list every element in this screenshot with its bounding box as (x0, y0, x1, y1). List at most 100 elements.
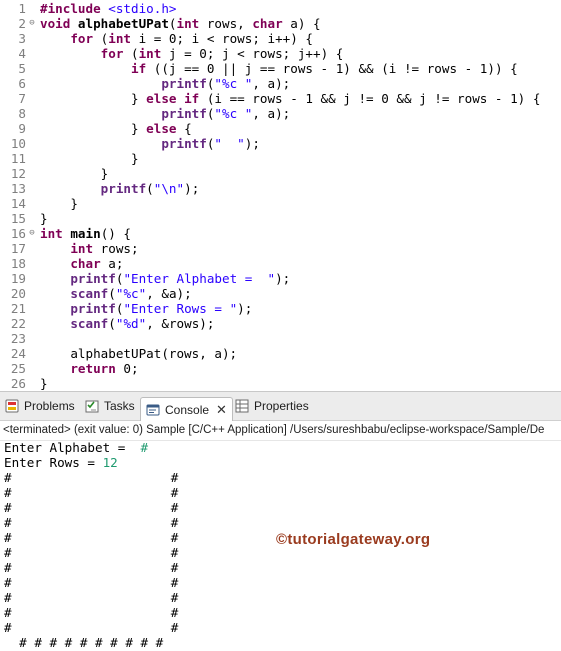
code-line[interactable]: 23 (0, 331, 561, 346)
code-line[interactable]: 26} (0, 376, 561, 390)
code-line[interactable]: 21 printf("Enter Rows = "); (0, 301, 561, 316)
code-line[interactable]: 7 } else if (i == rows - 1 && j != 0 && … (0, 91, 561, 106)
code-token: ((j == 0 || j == rows - 1) && (i != rows… (146, 61, 518, 76)
code-token: for (100, 46, 124, 61)
line-number: 20 (10, 286, 26, 301)
fold-toggle-icon[interactable] (27, 211, 37, 226)
code-line[interactable]: 5 if ((j == 0 || j == rows - 1) && (i !=… (0, 61, 561, 76)
console-output[interactable]: Enter Alphabet = # Enter Rows = 12 ©tuto… (0, 440, 561, 651)
code-text: alphabetUPat(rows, a); (40, 346, 237, 361)
fold-toggle-icon[interactable] (27, 31, 37, 46)
tab-problems[interactable]: Problems (5, 396, 75, 416)
code-line[interactable]: 12 } (0, 166, 561, 181)
code-token: ( (168, 16, 177, 31)
fold-toggle-icon[interactable] (27, 121, 37, 136)
console-output-line: # # (4, 470, 179, 485)
code-line[interactable]: 2 ⊖ void alphabetUPat(int rows, char a) { (0, 16, 561, 31)
code-line[interactable]: 19 printf("Enter Alphabet = "); (0, 271, 561, 286)
fold-toggle-icon[interactable]: ⊖ (27, 226, 37, 241)
code-token: "%c " (214, 76, 253, 91)
code-line[interactable]: 25 return 0; (0, 361, 561, 376)
code-token: ( (123, 46, 139, 61)
fold-toggle-icon[interactable] (27, 91, 37, 106)
fold-toggle-icon[interactable] (27, 346, 37, 361)
fold-toggle-icon[interactable] (27, 331, 37, 346)
code-text: printf("%c ", a); (40, 106, 290, 121)
code-token: for (70, 31, 94, 46)
fold-toggle-icon[interactable] (27, 151, 37, 166)
console-status-text: <terminated> (exit value: 0) Sample [C/C… (0, 421, 561, 441)
fold-toggle-icon[interactable] (27, 316, 37, 331)
fold-toggle-icon[interactable] (27, 286, 37, 301)
tab-properties[interactable]: Properties (235, 396, 309, 416)
tab-console[interactable]: Console ✕ (140, 397, 233, 421)
code-token: , a); (252, 106, 291, 121)
code-line[interactable]: 8 printf("%c ", a); (0, 106, 561, 121)
tab-console-label: Console (165, 402, 210, 417)
code-token: } (40, 166, 109, 181)
code-line[interactable]: 14 } (0, 196, 561, 211)
code-text: for (int j = 0; j < rows; j++) { (40, 46, 344, 61)
code-line[interactable]: 9 } else { (0, 121, 561, 136)
fold-toggle-icon[interactable] (27, 76, 37, 91)
line-number: 21 (10, 301, 26, 316)
code-token: ( (93, 31, 109, 46)
console-output-line: # # (4, 575, 179, 590)
code-token: } (40, 376, 48, 390)
line-number: 2 (18, 16, 26, 31)
fold-toggle-icon[interactable] (27, 181, 37, 196)
code-token: 0; (115, 361, 139, 376)
fold-toggle-icon[interactable] (27, 241, 37, 256)
code-text: printf(" "); (40, 136, 260, 151)
line-number: 8 (18, 106, 26, 121)
code-token: int (70, 241, 94, 256)
code-line[interactable]: 24 alphabetUPat(rows, a); (0, 346, 561, 361)
code-text: #include <stdio.h> (40, 1, 177, 16)
code-line[interactable]: 15} (0, 211, 561, 226)
fold-toggle-icon[interactable] (27, 301, 37, 316)
line-number: 14 (10, 196, 26, 211)
fold-toggle-icon[interactable]: ⊖ (27, 16, 37, 31)
code-line[interactable]: 4 for (int j = 0; j < rows; j++) { (0, 46, 561, 61)
console-line: Enter Rows = 12 (4, 455, 118, 470)
code-line[interactable]: 11 } (0, 151, 561, 166)
code-token: <stdio.h> (108, 1, 177, 16)
code-token: i = 0; i < rows; i++) { (131, 31, 313, 46)
fold-toggle-icon[interactable] (27, 166, 37, 181)
fold-toggle-icon[interactable] (27, 361, 37, 376)
console-output-line: # # # # # # # # # # (4, 635, 164, 650)
fold-toggle-icon[interactable] (27, 376, 37, 390)
fold-toggle-icon[interactable] (27, 136, 37, 151)
line-number: 1 (18, 1, 26, 16)
code-text: void alphabetUPat(int rows, char a) { (40, 16, 321, 31)
code-line[interactable]: 6 printf("%c ", a); (0, 76, 561, 91)
code-line[interactable]: 3 for (int i = 0; i < rows; i++) { (0, 31, 561, 46)
close-icon[interactable]: ✕ (216, 400, 227, 420)
code-token: "%d" (115, 316, 147, 331)
fold-toggle-icon[interactable] (27, 196, 37, 211)
code-line[interactable]: 20 scanf("%c", &a); (0, 286, 561, 301)
code-token: (i == rows - 1 && j != 0 && j != rows - … (199, 91, 541, 106)
fold-toggle-icon[interactable] (27, 1, 37, 16)
code-line[interactable]: 22 scanf("%d", &rows); (0, 316, 561, 331)
code-line[interactable]: 17 int rows; (0, 241, 561, 256)
code-line[interactable]: 13 printf("\n"); (0, 181, 561, 196)
fold-toggle-icon[interactable] (27, 61, 37, 76)
fold-toggle-icon[interactable] (27, 271, 37, 286)
tab-properties-label: Properties (254, 399, 309, 413)
fold-toggle-icon[interactable] (27, 256, 37, 271)
code-line[interactable]: 1 #include <stdio.h> (0, 1, 561, 16)
fold-toggle-icon[interactable] (27, 46, 37, 61)
bottom-panel: Problems Tasks Console ✕ Properties <ter… (0, 391, 561, 651)
code-line[interactable]: 16 ⊖ int main() { (0, 226, 561, 241)
code-line[interactable]: 10 printf(" "); (0, 136, 561, 151)
code-token: "%c" (115, 286, 147, 301)
code-line[interactable]: 18 char a; (0, 256, 561, 271)
fold-toggle-icon[interactable] (27, 106, 37, 121)
code-editor[interactable]: 1 #include <stdio.h> 2 ⊖ void alphabetUPat(i… (0, 0, 561, 390)
tab-tasks[interactable]: Tasks (85, 396, 135, 416)
code-token: "Enter Rows = " (123, 301, 238, 316)
